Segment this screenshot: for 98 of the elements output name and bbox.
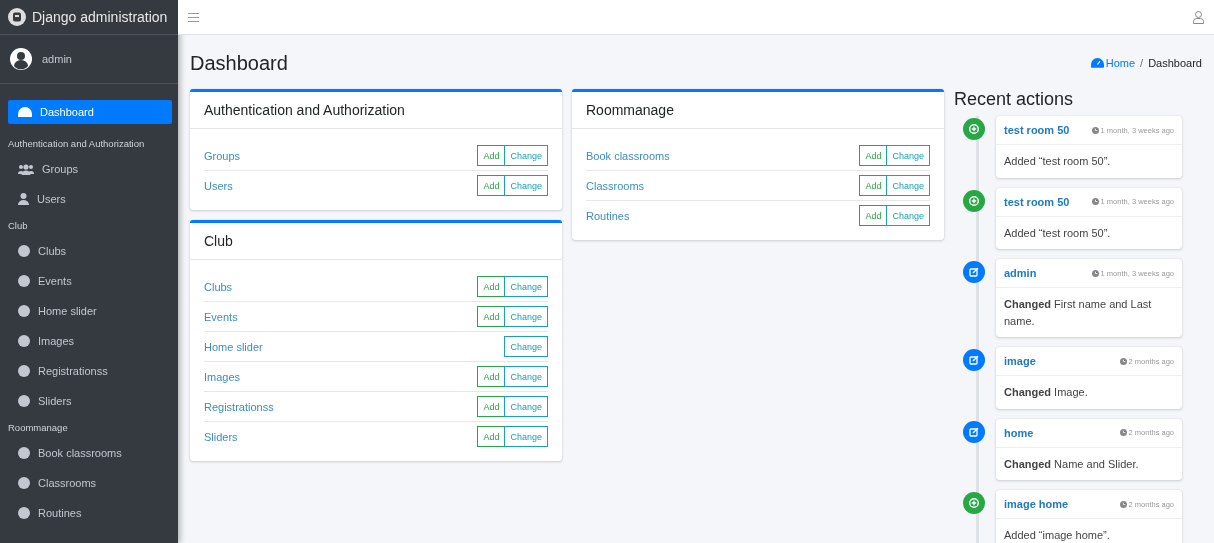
change-button[interactable]: Change — [504, 336, 548, 357]
model-link[interactable]: Groups — [204, 149, 241, 162]
add-button[interactable]: Add — [477, 175, 506, 196]
model-link[interactable]: Images — [204, 370, 241, 383]
sidebar-item[interactable]: Routines — [8, 498, 172, 528]
circle-icon — [18, 507, 30, 519]
breadcrumb-link[interactable]: Home — [1090, 57, 1136, 69]
model-link[interactable]: Clubs — [204, 280, 233, 293]
sidebar-item[interactable]: Images — [8, 326, 172, 356]
dashboard-icon — [18, 106, 32, 118]
sidebar-section-header: Authentication and Authorization — [8, 136, 146, 151]
circle-icon — [18, 395, 30, 407]
sidebar-section-header: Roommanage — [8, 420, 69, 435]
user-icon[interactable] — [1193, 10, 1204, 24]
breadcrumb-separator: / — [1140, 57, 1144, 69]
edit-icon — [963, 261, 985, 283]
clock-icon — [1091, 198, 1099, 205]
action-message: Changed Name and Slider. — [1003, 456, 1140, 472]
add-button[interactable]: Add — [477, 276, 506, 297]
change-button[interactable]: Change — [504, 145, 548, 166]
clock-icon — [1091, 126, 1099, 134]
add-button[interactable]: Add — [477, 145, 506, 166]
circle-icon — [18, 477, 30, 489]
change-button[interactable]: Change — [886, 205, 930, 226]
circle-icon — [18, 305, 30, 317]
change-button[interactable]: Change — [504, 276, 548, 297]
change-button[interactable]: Change — [504, 366, 548, 387]
action-message: Changed First name and Last name. — [1003, 297, 1153, 329]
sidebar-item[interactable]: Book classrooms — [8, 438, 172, 468]
sidebar-item[interactable]: Classrooms — [8, 468, 172, 498]
object-link[interactable]: home — [1004, 426, 1034, 439]
recent-actions-title: Recent actions — [954, 89, 1075, 110]
brand-title[interactable]: Django administration — [32, 9, 168, 25]
model-link[interactable]: Events — [204, 310, 238, 323]
model-link[interactable]: Sliders — [204, 430, 238, 443]
model-link[interactable]: Routines — [586, 209, 630, 222]
plus-icon — [963, 118, 985, 140]
action-message: Added “image home”. — [1003, 528, 1111, 543]
add-button[interactable]: Add — [477, 306, 506, 327]
circle-icon — [18, 245, 30, 257]
app-title: Authentication and Authorization — [190, 92, 562, 129]
model-link[interactable]: Registrationss — [204, 400, 274, 413]
change-button[interactable]: Change — [504, 175, 548, 196]
object-link[interactable]: admin — [1004, 267, 1037, 279]
change-button[interactable]: Change — [504, 396, 548, 417]
clock-icon — [1119, 500, 1127, 508]
object-link[interactable]: test room 50 — [1004, 195, 1070, 208]
edit-icon — [963, 349, 985, 371]
sidebar-item[interactable]: Groups — [8, 154, 172, 184]
object-link[interactable]: image — [1004, 355, 1036, 367]
breadcrumb-current: Dashboard — [1148, 57, 1202, 69]
sidebar-item[interactable]: Registrationss — [8, 356, 172, 386]
change-button[interactable]: Change — [886, 175, 930, 196]
sidebar-item[interactable]: Users — [8, 184, 172, 214]
user-name[interactable]: admin — [42, 53, 72, 65]
sidebar-item[interactable]: Clubs — [8, 236, 172, 266]
add-button[interactable]: Add — [859, 145, 888, 166]
sidebar-item[interactable]: Home slider — [8, 296, 172, 326]
plus-icon — [963, 492, 985, 514]
group-icon — [18, 163, 34, 175]
add-button[interactable]: Add — [477, 396, 506, 417]
clock-icon — [1119, 357, 1127, 365]
clock-icon — [1091, 269, 1099, 277]
circle-icon — [18, 275, 30, 287]
add-button[interactable]: Add — [477, 366, 506, 387]
dashboard-icon — [1090, 58, 1104, 68]
user-icon — [18, 193, 29, 205]
add-button[interactable]: Add — [859, 205, 888, 226]
add-button[interactable]: Add — [859, 175, 888, 196]
model-link[interactable]: Book classrooms — [586, 149, 670, 162]
sidebar-section-header: Club — [8, 218, 29, 233]
object-link[interactable]: test room 50 — [1004, 124, 1070, 136]
menu-icon[interactable] — [188, 12, 199, 22]
model-link[interactable]: Classrooms — [586, 179, 645, 192]
sidebar-item[interactable]: Dashboard — [8, 100, 172, 124]
page-title: Dashboard — [190, 51, 288, 75]
change-button[interactable]: Change — [504, 306, 548, 327]
app-title: Roommanage — [572, 92, 944, 129]
change-button[interactable]: Change — [886, 145, 930, 166]
circle-icon — [18, 447, 30, 459]
add-button[interactable]: Add — [477, 426, 506, 447]
circle-icon — [18, 335, 30, 347]
clock-icon — [1119, 429, 1127, 436]
action-message: Added “test room 50”. — [1003, 154, 1112, 169]
sidebar-item[interactable]: Sliders — [8, 386, 172, 416]
logo-icon — [8, 8, 26, 26]
circle-icon — [18, 365, 30, 377]
app-title: Club — [190, 223, 562, 260]
model-link[interactable]: Users — [204, 179, 233, 192]
object-link[interactable]: image home — [1004, 498, 1069, 510]
sidebar-item[interactable]: Events — [8, 266, 172, 296]
avatar-icon — [10, 48, 32, 70]
action-message: Changed Image. — [1003, 385, 1089, 400]
model-link[interactable]: Home slider — [204, 340, 263, 353]
edit-icon — [963, 420, 985, 443]
change-button[interactable]: Change — [504, 426, 548, 447]
plus-icon — [963, 189, 985, 212]
action-message: Added “test room 50”. — [1003, 225, 1112, 241]
